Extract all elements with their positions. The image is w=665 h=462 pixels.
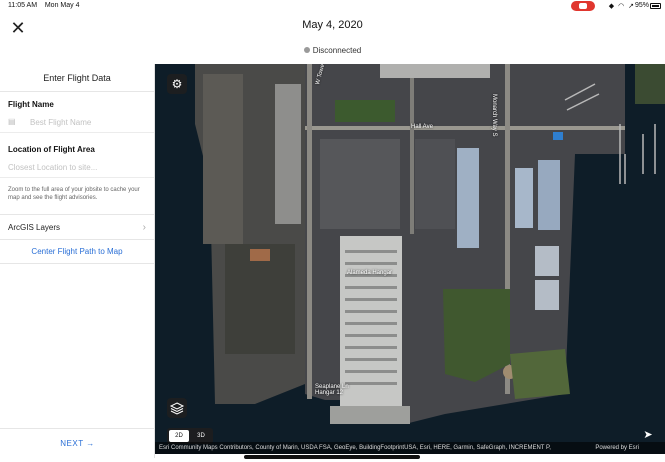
next-button[interactable]: NEXT → (0, 428, 155, 458)
location-field-row (0, 156, 154, 178)
location-label: Location of Flight Area (8, 145, 95, 154)
flight-name-label: Flight Name (8, 100, 54, 109)
signal-wifi-icon: ◆ ◠ ↗ (608, 3, 635, 10)
document-icon: ▤ (8, 117, 16, 126)
battery-icon (650, 3, 661, 9)
layers-icon (169, 402, 185, 415)
panel-title: Enter Flight Data (0, 64, 154, 92)
layers-button[interactable] (167, 398, 187, 418)
location-hint: Zoom to the full area of your jobsite to… (8, 187, 140, 201)
map-attribution: Esri Community Maps Contributors, County… (155, 442, 665, 454)
street-label: Hall Ave (411, 124, 433, 130)
view-2d-button[interactable]: 2D (169, 430, 189, 442)
attribution-text: Esri Community Maps Contributors, County… (159, 445, 551, 451)
location-arrow-icon: ➤ (643, 429, 653, 441)
gear-icon: ⚙ (171, 77, 183, 91)
street-label: Monarch Way S (491, 94, 497, 137)
view-3d-button[interactable]: 3D (191, 430, 211, 442)
chevron-right-icon: › (142, 222, 146, 233)
connection-status-label: Disconnected (312, 46, 362, 55)
settings-button[interactable]: ⚙ (167, 74, 187, 94)
status-dot-icon (303, 47, 310, 53)
connection-status: Disconnected (0, 46, 665, 55)
arcgis-layers-label: ArcGIS Layers (8, 223, 61, 232)
battery-percent: 95% (634, 2, 649, 9)
status-bar: 11:05 AM Mon May 4 ◆ ◠ ↗ 95% (0, 0, 665, 12)
page-title: May 4, 2020 (302, 19, 363, 31)
center-flight-path-link[interactable]: Center Flight Path to Map (0, 240, 154, 264)
building-label: Hangar 12 (315, 390, 344, 396)
building-label: Alameda Hangar (347, 270, 393, 276)
flight-name-input[interactable] (30, 114, 148, 130)
home-indicator[interactable] (244, 455, 420, 459)
flight-data-panel: Enter Flight Data Flight Name ▤ Location… (0, 64, 155, 458)
flight-name-field-row: ▤ (0, 111, 154, 133)
header: ✕ May 4, 2020 Disconnected (0, 12, 665, 64)
location-input[interactable] (8, 159, 148, 175)
status-time: 11:05 AM Mon May 4 (8, 2, 80, 9)
screen-record-icon (571, 1, 595, 11)
powered-by-label: Powered by Esri (595, 445, 639, 451)
satellite-map[interactable]: Hall Ave Monarch Way S W Tower Ave Seapl… (155, 64, 665, 454)
arcgis-layers-row[interactable]: ArcGIS Layers › (0, 214, 154, 240)
map-imagery (155, 64, 665, 454)
